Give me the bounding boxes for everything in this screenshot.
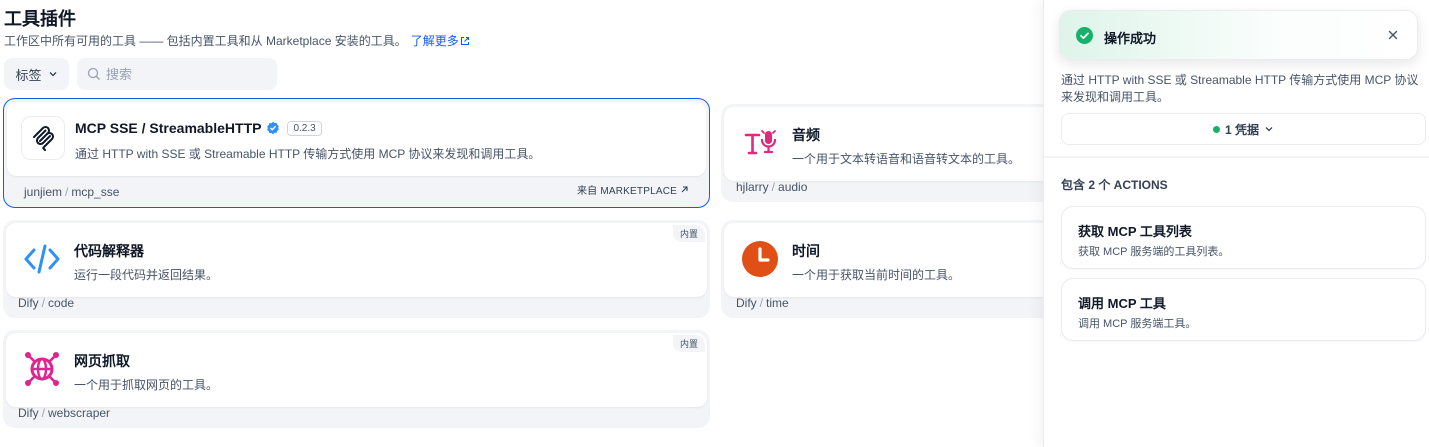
tool-detail-drawer: 通过 HTTP with SSE 或 Streamable HTTP 传输方式使… xyxy=(1043,0,1429,447)
search-icon xyxy=(87,67,100,80)
credentials-label: 1 凭据 xyxy=(1224,122,1259,137)
actions-heading: 包含 2 个 ACTIONS xyxy=(1061,178,1168,192)
tool-card-mcp[interactable]: MCP SSE / StreamableHTTP 0.2.3 通过 HTTP w… xyxy=(3,98,710,208)
success-toast: 操作成功 xyxy=(1059,10,1418,60)
check-circle-icon xyxy=(1076,27,1093,44)
tool-description: 运行一段代码并返回结果。 xyxy=(74,268,219,282)
tool-pkg: webscraper xyxy=(48,406,111,420)
tool-package: Dify / time xyxy=(736,296,789,310)
toast-message: 操作成功 xyxy=(1104,31,1157,46)
tool-pkg: mcp_sse xyxy=(71,185,120,199)
separator: / xyxy=(771,180,776,194)
tool-pkg: code xyxy=(48,296,75,310)
tool-package: hjlarry / audio xyxy=(736,180,807,194)
arrow-up-right-icon xyxy=(681,186,688,193)
builtin-badge: 内置 xyxy=(672,225,705,242)
tool-card-body: 代码解释器 运行一段代码并返回结果。 内置 xyxy=(6,223,707,297)
tool-org: Dify xyxy=(18,296,39,310)
tool-title: 代码解释器 xyxy=(74,241,144,261)
tool-description: 一个用于抓取网页的工具。 xyxy=(74,378,219,392)
code-icon xyxy=(20,237,64,281)
tool-package: Dify / code xyxy=(18,296,74,310)
tool-card-code[interactable]: 代码解释器 运行一段代码并返回结果。 内置 Dify / code xyxy=(3,220,710,318)
tool-pkg: audio xyxy=(778,180,808,194)
tool-pkg: time xyxy=(766,296,789,310)
action-description: 获取 MCP 服务端的工具列表。 xyxy=(1078,246,1230,258)
tool-card-body: 网页抓取 一个用于抓取网页的工具。 内置 xyxy=(6,333,707,407)
search-box[interactable] xyxy=(77,58,277,90)
tool-org: Dify xyxy=(18,406,39,420)
tool-title: MCP SSE / StreamableHTTP 0.2.3 xyxy=(75,120,322,136)
search-input[interactable] xyxy=(106,66,256,82)
tool-name: 音频 xyxy=(792,127,820,143)
separator: / xyxy=(41,406,46,420)
tool-org: hjlarry xyxy=(736,180,769,194)
tool-package: Dify / webscraper xyxy=(18,406,110,420)
mcp-icon xyxy=(21,116,65,160)
tool-title: 音频 xyxy=(792,125,820,145)
tool-card-webscraper[interactable]: 网页抓取 一个用于抓取网页的工具。 内置 Dify / webscraper xyxy=(3,330,710,428)
tool-card-body: MCP SSE / StreamableHTTP 0.2.3 通过 HTTP w… xyxy=(7,102,706,176)
tool-description: 一个用于获取当前时间的工具。 xyxy=(792,268,961,282)
status-dot xyxy=(1212,125,1220,133)
divider xyxy=(1044,156,1429,158)
tool-org: Dify xyxy=(736,296,757,310)
page-description: 工作区中所有可用的工具 —— 包括内置工具和从 Marketplace 安装的工… xyxy=(4,32,470,49)
tag-filter-dropdown[interactable]: 标签 xyxy=(4,58,69,90)
tool-title: 网页抓取 xyxy=(74,351,130,371)
separator: / xyxy=(759,296,764,310)
page-description-text: 工作区中所有可用的工具 —— 包括内置工具和从 Marketplace 安装的工… xyxy=(4,34,407,48)
chevron-down-icon xyxy=(49,72,56,77)
tool-name: 网页抓取 xyxy=(74,353,130,369)
action-title: 获取 MCP 工具列表 xyxy=(1078,224,1192,239)
action-card[interactable]: 获取 MCP 工具列表 获取 MCP 服务端的工具列表。 xyxy=(1061,206,1426,269)
close-icon[interactable] xyxy=(1385,27,1401,43)
text-to-speech-icon xyxy=(738,121,782,165)
chevron-down-icon xyxy=(1265,127,1273,132)
learn-more-label: 了解更多 xyxy=(410,34,459,48)
tool-name: 时间 xyxy=(792,243,820,259)
version-badge: 0.2.3 xyxy=(287,120,322,136)
marketplace-source-link[interactable]: 来自 MARKETPLACE xyxy=(577,182,689,197)
separator: / xyxy=(41,296,46,310)
tool-description: 一个用于文本转语音和语音转文本的工具。 xyxy=(792,152,1021,166)
tool-org: junjiem xyxy=(24,185,63,199)
action-title: 调用 MCP 工具 xyxy=(1078,296,1166,311)
external-link-icon xyxy=(460,36,469,46)
tag-filter-label: 标签 xyxy=(15,67,42,83)
tool-title: 时间 xyxy=(792,241,820,261)
action-description: 调用 MCP 服务端工具。 xyxy=(1078,318,1197,330)
source-label: 来自 MARKETPLACE xyxy=(576,186,678,197)
verified-badge-icon xyxy=(267,121,280,135)
clock-icon xyxy=(738,237,782,281)
learn-more-link[interactable]: 了解更多 xyxy=(411,34,470,48)
page-title: 工具插件 xyxy=(4,9,76,29)
separator: / xyxy=(65,185,69,199)
tool-description: 通过 HTTP with SSE 或 Streamable HTTP 传输方式使… xyxy=(75,147,541,161)
drawer-description: 通过 HTTP with SSE 或 Streamable HTTP 传输方式使… xyxy=(1061,73,1419,104)
tool-name: MCP SSE / StreamableHTTP xyxy=(75,120,262,136)
builtin-badge: 内置 xyxy=(672,335,705,352)
globe-icon xyxy=(20,347,64,391)
credentials-button[interactable]: 1 凭据 xyxy=(1061,113,1426,145)
tool-name: 代码解释器 xyxy=(74,243,144,259)
tool-package: junjiem / mcp_sse xyxy=(24,185,119,199)
action-card[interactable]: 调用 MCP 工具 调用 MCP 服务端工具。 xyxy=(1061,278,1426,341)
